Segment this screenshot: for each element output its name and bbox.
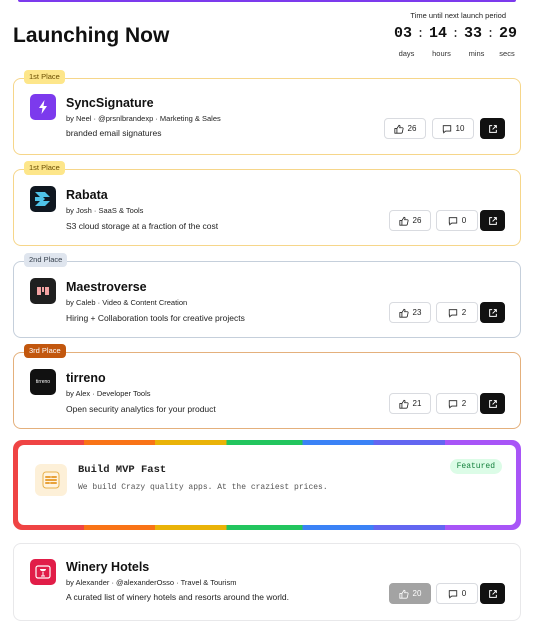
product-description: S3 cloud storage at a fraction of the co… [66,221,219,231]
winery-logo-icon [35,565,51,579]
product-card[interactable]: 1st Place Rabata by Josh · SaaS & Tools … [13,161,521,246]
product-name[interactable]: SyncSignature [66,96,154,110]
upvote-count: 23 [412,308,422,317]
comment-count: 10 [455,124,465,133]
product-meta: by Alexander · @alexanderOsso · Travel &… [66,578,237,587]
product-logo[interactable]: tirreno [30,369,56,395]
product-logo[interactable] [30,559,56,585]
product-card[interactable]: 3rd Place tirreno tirreno by Alex · Deve… [13,344,521,429]
product-name[interactable]: Maestroverse [66,280,147,294]
product-card[interactable]: 1st Place SyncSignature by Neel · @prsnl… [13,70,521,155]
upvote-button[interactable]: 23 [389,302,431,323]
comment-count: 0 [461,589,467,598]
upvote-count: 20 [412,589,422,598]
comment-button[interactable]: 10 [432,118,474,139]
comment-icon [442,124,451,134]
countdown-hours: 14 [428,25,447,42]
product-meta: by Neel · @prsnlbrandexp · Marketing & S… [66,114,221,123]
upvote-count: 21 [412,399,422,408]
countdown-label: Time until next launch period [410,11,506,20]
featured-description: We build Crazy quality apps. At the craz… [78,483,328,492]
product-meta: by Caleb · Video & Content Creation [66,298,188,307]
upvote-count: 26 [407,124,417,133]
countdown-mins: 33 [463,25,482,42]
external-link-icon [488,308,497,317]
upvote-button[interactable]: 20 [389,583,431,604]
thumbs-up-icon [398,308,409,318]
upvote-count: 26 [412,216,422,225]
rabata-logo-icon [35,192,50,206]
external-link-icon [488,124,497,133]
tirreno-logo-icon: tirreno [35,379,51,385]
featured-badge: Featured [449,459,502,474]
rank-badge: 1st Place [24,70,65,84]
product-description: branded email signatures [66,128,162,138]
open-external-button[interactable] [480,302,505,323]
product-description: Hiring + Collaboration tools for creativ… [66,313,245,323]
product-name[interactable]: Winery Hotels [66,560,149,574]
comment-button[interactable]: 2 [436,393,478,414]
comment-button[interactable]: 0 [436,583,478,604]
maestroverse-logo-icon [37,287,49,295]
product-logo[interactable] [30,186,56,212]
thumbs-up-icon [398,216,409,226]
thumbs-up-icon [398,589,409,599]
page-title: Launching Now [13,24,170,47]
product-card[interactable]: Winery Hotels by Alexander · @alexanderO… [13,543,521,621]
featured-name[interactable]: Build MVP Fast [78,464,166,476]
unit-mins: mins [468,49,485,58]
product-name[interactable]: Rabata [66,188,108,202]
comment-icon [448,308,457,318]
unit-secs: secs [499,49,515,58]
rank-badge: 1st Place [24,161,65,175]
rank-badge: 2nd Place [24,253,68,267]
thumbs-up-icon [398,399,409,409]
thumbs-up-icon [393,124,404,134]
featured-card[interactable]: Build MVP Fast We build Crazy quality ap… [13,440,521,530]
unit-hours: hours [432,49,451,58]
countdown-digits: 03 : 14 : 33 : 29 [380,25,520,42]
featured-logo[interactable] [35,464,67,496]
open-external-button[interactable] [480,210,505,231]
product-name[interactable]: tirreno [66,371,106,385]
comment-icon [448,399,457,409]
countdown-days: 03 [393,25,412,42]
external-link-icon [488,399,497,408]
product-meta: by Josh · SaaS & Tools [66,206,144,215]
comment-count: 0 [461,216,467,225]
open-external-button[interactable] [480,118,505,139]
product-description: Open security analytics for your product [66,404,216,414]
comment-button[interactable]: 2 [436,302,478,323]
external-link-icon [488,216,497,225]
mvp-logo-icon [42,471,60,489]
product-description: A curated list of winery hotels and reso… [66,592,290,602]
product-logo[interactable] [30,94,56,120]
open-external-button[interactable] [480,583,505,604]
countdown-separator: : [416,26,425,41]
comment-count: 2 [461,308,467,317]
launch-countdown: Time until next launch period 03 : 14 : … [380,11,520,58]
open-external-button[interactable] [480,393,505,414]
lightning-bolt-icon [39,100,47,114]
product-card[interactable]: 2nd Place Maestroverse by Caleb · Video … [13,253,521,338]
countdown-units: days hours mins secs [380,49,520,58]
comment-button[interactable]: 0 [436,210,478,231]
upvote-button[interactable]: 26 [389,210,431,231]
comment-count: 2 [461,399,467,408]
product-meta: by Alex · Developer Tools [66,389,151,398]
upvote-button[interactable]: 26 [384,118,426,139]
comment-icon [448,589,457,599]
countdown-secs: 29 [498,25,517,42]
upvote-button[interactable]: 21 [389,393,431,414]
rank-badge: 3rd Place [24,344,66,358]
countdown-separator: : [451,26,460,41]
unit-days: days [398,49,415,58]
product-logo[interactable] [30,278,56,304]
page-header: Launching Now Time until next launch per… [0,0,534,64]
comment-icon [448,216,457,226]
featured-card-body: Build MVP Fast We build Crazy quality ap… [18,445,516,525]
external-link-icon [488,589,497,598]
countdown-separator: : [486,26,495,41]
